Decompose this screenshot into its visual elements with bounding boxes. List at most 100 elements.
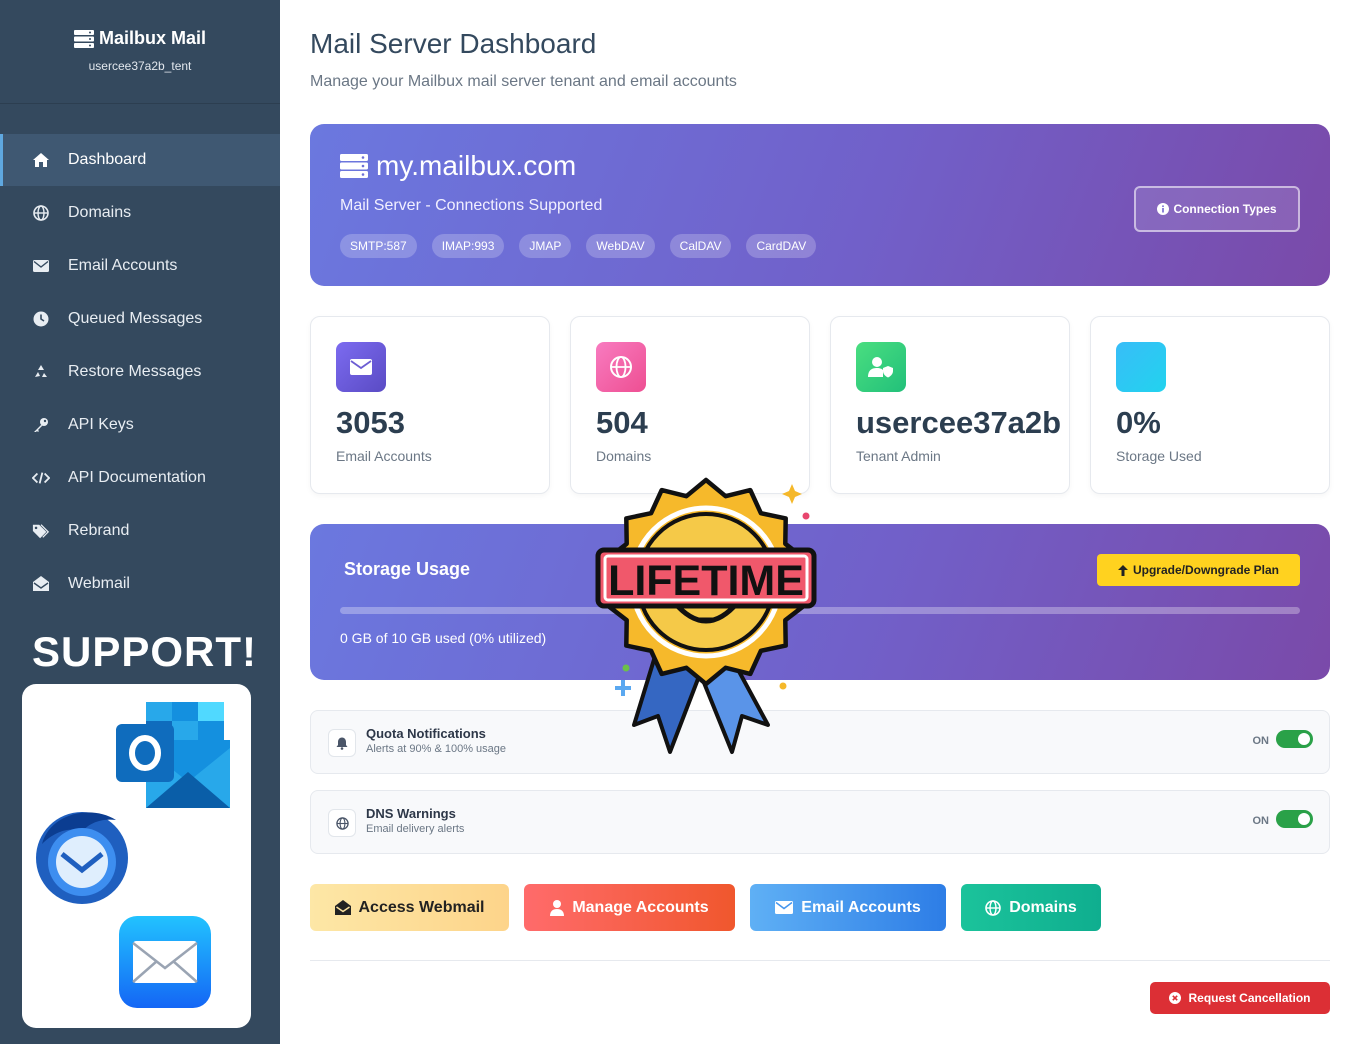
action-label: Access Webmail <box>358 898 485 916</box>
quick-actions: Access Webmail Manage Accounts Email Acc… <box>310 884 1101 931</box>
upgrade-plan-button[interactable]: Upgrade/Downgrade Plan <box>1097 554 1300 586</box>
sidebar-item-restore-messages[interactable]: Restore Messages <box>0 345 280 398</box>
sidebar-item-label: Queued Messages <box>68 309 203 327</box>
sidebar-item-label: Rebrand <box>68 521 130 539</box>
stat-label: Tenant Admin <box>856 448 941 464</box>
stat-value: usercee37a2b <box>856 405 1062 440</box>
dns-warnings-toggle[interactable] <box>1276 810 1313 828</box>
connection-types-label: Connection Types <box>1173 202 1277 216</box>
envelope-icon <box>32 257 50 275</box>
stat-value: 3053 <box>336 405 405 440</box>
sidebar-nav: Dashboard Domains Email Accounts Queued … <box>0 134 280 610</box>
sidebar-item-domains[interactable]: Domains <box>0 186 280 239</box>
notification-title: Quota Notifications <box>366 726 486 741</box>
divider <box>310 960 1330 961</box>
sidebar-item-rebrand[interactable]: Rebrand <box>0 504 280 557</box>
globe-icon <box>328 809 356 837</box>
stat-card-storage-used: 0% Storage Used <box>1090 316 1330 494</box>
action-label: Domains <box>1009 898 1077 916</box>
stat-label: Domains <box>596 448 652 464</box>
connection-types-button[interactable]: Connection Types <box>1134 186 1300 232</box>
sidebar-item-label: API Documentation <box>68 468 206 486</box>
stat-label: Email Accounts <box>336 448 432 464</box>
envelope-icon <box>775 901 794 914</box>
protocol-list: SMTP:587 IMAP:993 JMAP WebDAV CalDAV Car… <box>340 234 817 258</box>
sidebar-item-label: Domains <box>68 203 132 221</box>
sparkle-dot <box>779 682 787 690</box>
sparkle-dot <box>802 512 810 520</box>
thunderbird-app-icon[interactable] <box>30 804 134 908</box>
sparkle-icon <box>782 484 802 504</box>
stats-row: 3053 Email Accounts 504 Domains usercee3… <box>310 316 1330 494</box>
clock-icon <box>32 310 50 328</box>
domains-button[interactable]: Domains <box>961 884 1101 931</box>
sidebar-item-api-documentation[interactable]: API Documentation <box>0 451 280 504</box>
page-subtitle: Manage your Mailbux mail server tenant a… <box>310 73 737 90</box>
tags-icon <box>32 522 50 540</box>
server-icon <box>73 29 94 48</box>
brand-username: usercee37a2b_tent <box>88 58 192 73</box>
sidebar-item-label: Restore Messages <box>68 362 202 380</box>
request-cancellation-label: Request Cancellation <box>1188 991 1311 1005</box>
database-icon <box>1116 342 1166 392</box>
sparkle-plus-icon <box>615 680 631 696</box>
protocol-badge: JMAP <box>519 234 572 258</box>
outlook-app-icon[interactable] <box>116 700 232 810</box>
quota-notifications-toggle[interactable] <box>1276 730 1313 748</box>
server-subtitle: Mail Server - Connections Supported <box>340 197 603 214</box>
upgrade-plan-label: Upgrade/Downgrade Plan <box>1132 563 1280 577</box>
action-label: Manage Accounts <box>572 898 709 916</box>
request-cancellation-button[interactable]: Request Cancellation <box>1150 982 1330 1014</box>
stat-value: 504 <box>596 405 648 440</box>
sidebar-item-queued-messages[interactable]: Queued Messages <box>0 292 280 345</box>
access-webmail-button[interactable]: Access Webmail <box>310 884 509 931</box>
info-circle-icon <box>1157 203 1170 215</box>
sidebar-item-webmail[interactable]: Webmail <box>0 557 280 610</box>
envelope-open-icon <box>32 575 50 593</box>
sidebar-item-api-keys[interactable]: API Keys <box>0 398 280 451</box>
server-hero-card: my.mailbux.com Mail Server - Connections… <box>310 124 1330 286</box>
support-card <box>22 684 251 1028</box>
toggle-state: ON <box>1252 815 1270 827</box>
envelope-icon <box>336 342 386 392</box>
recycle-icon <box>32 363 50 381</box>
sidebar: Mailbux Mail usercee37a2b_tent Dashboard… <box>0 0 280 1044</box>
notification-subtitle: Email delivery alerts <box>366 823 465 835</box>
lifetime-badge: LIFETIME <box>595 477 817 754</box>
toggle-state: ON <box>1252 735 1270 747</box>
home-icon <box>32 151 50 169</box>
support-title: SUPPORT! <box>32 628 258 675</box>
globe-icon <box>596 342 646 392</box>
manage-accounts-button[interactable]: Manage Accounts <box>524 884 735 931</box>
arrow-up-icon <box>1117 564 1128 576</box>
protocol-badge: WebDAV <box>586 234 655 258</box>
sidebar-item-email-accounts[interactable]: Email Accounts <box>0 239 280 292</box>
globe-icon <box>32 204 50 222</box>
protocol-badge: CalDAV <box>669 234 732 258</box>
storage-title: Storage Usage <box>344 559 471 579</box>
apple-mail-app-icon[interactable] <box>119 916 211 1008</box>
email-accounts-button[interactable]: Email Accounts <box>750 884 946 931</box>
server-host: my.mailbux.com <box>340 150 576 182</box>
brand: Mailbux Mail usercee37a2b_tent <box>0 0 280 104</box>
server-icon <box>340 154 368 178</box>
page-title: Mail Server Dashboard <box>310 28 597 59</box>
sidebar-item-dashboard[interactable]: Dashboard <box>0 134 280 186</box>
code-icon <box>32 469 50 487</box>
sidebar-item-label: Email Accounts <box>68 256 178 274</box>
dns-warnings-row: DNS Warnings Email delivery alerts ON <box>310 790 1330 854</box>
sidebar-item-label: Webmail <box>68 574 130 592</box>
notification-title: DNS Warnings <box>366 806 456 821</box>
stat-card-domains: 504 Domains <box>570 316 810 494</box>
stat-label: Storage Used <box>1116 448 1202 464</box>
badge-text: LIFETIME <box>608 557 804 605</box>
stat-card-tenant-admin: usercee37a2b Tenant Admin <box>830 316 1070 494</box>
times-circle-icon <box>1169 992 1182 1004</box>
server-host-text: my.mailbux.com <box>376 150 577 181</box>
brand-title: Mailbux Mail <box>98 28 206 48</box>
storage-usage-text: 0 GB of 10 GB used (0% utilized) <box>340 630 547 646</box>
brand-logo[interactable]: Mailbux Mail <box>73 28 206 49</box>
user-shield-icon <box>856 342 906 392</box>
user-icon <box>550 899 565 916</box>
stat-card-email-accounts: 3053 Email Accounts <box>310 316 550 494</box>
